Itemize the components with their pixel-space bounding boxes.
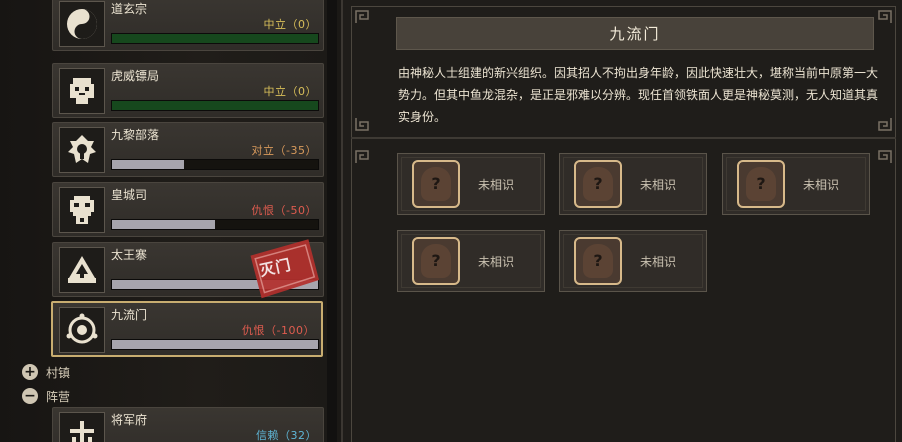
member-label: 未相识	[803, 178, 840, 192]
category-label: 村镇	[46, 365, 71, 380]
tiger-emblem-icon	[59, 68, 105, 114]
reputation-bar-fill	[112, 220, 215, 229]
faction-status: 对立（-35）	[251, 144, 317, 157]
faction-item-daoxuanzong[interactable]: 道玄宗 中立（0）	[52, 0, 324, 51]
reputation-bar	[111, 159, 319, 170]
general-emblem-icon	[59, 412, 105, 442]
faction-detail-panel: 九流门 由神秘人士组建的新兴组织。因其招人不拘出身年龄，因此快速壮大，堪称当前中…	[341, 0, 902, 442]
unknown-member-card[interactable]: ? 未相识	[397, 153, 545, 215]
faction-item-jiuliumen[interactable]: 九流门 仇恨（-100）	[51, 301, 323, 357]
member-label: 未相识	[640, 255, 677, 269]
faction-item-taiwangzhai[interactable]: 太王寨	[52, 242, 324, 297]
unknown-member-card[interactable]: ? 未相识	[722, 153, 870, 215]
unknown-portrait-icon: ?	[574, 237, 622, 285]
reputation-bar	[111, 100, 319, 111]
faction-item-huangchengsi[interactable]: 皇城司 仇恨（-50）	[52, 182, 324, 237]
category-label: 阵营	[46, 389, 71, 404]
reputation-bar	[111, 33, 319, 44]
faction-name: 九流门	[111, 308, 148, 322]
faction-name: 虎威镖局	[111, 69, 160, 83]
faction-name: 九黎部落	[111, 128, 160, 142]
faction-item-jiangjunfu[interactable]: 将军府 信赖（32）	[52, 407, 324, 442]
reputation-bar-fill	[112, 101, 318, 110]
collapse-icon[interactable]: −	[22, 388, 38, 404]
mountain-fort-emblem-icon	[59, 247, 105, 293]
corner-ornament-icon	[355, 118, 369, 131]
expand-icon[interactable]: +	[22, 364, 38, 380]
unknown-member-card[interactable]: ? 未相识	[559, 230, 707, 292]
reputation-bar-fill	[112, 280, 318, 289]
reputation-bar	[111, 279, 319, 290]
nine-streams-emblem-icon	[59, 307, 105, 353]
corner-ornament-icon	[878, 10, 892, 23]
unknown-portrait-icon: ?	[412, 237, 460, 285]
unknown-portrait-icon: ?	[412, 160, 460, 208]
faction-item-huweibiaoju[interactable]: 虎威镖局 中立（0）	[52, 63, 324, 118]
faction-list-panel: 道玄宗 中立（0） 虎威镖局 中立（0） 九黎部落 对立（-35） 皇城司 仇恨…	[0, 0, 337, 442]
faction-status: 中立（0）	[263, 18, 317, 31]
faction-status: 仇恨（-50）	[251, 204, 317, 217]
tribe-emblem-icon	[59, 127, 105, 173]
imperial-emblem-icon	[59, 187, 105, 233]
corner-ornament-icon	[878, 150, 892, 163]
list-scroll-divider	[327, 0, 337, 442]
faction-status: 仇恨（-100）	[242, 324, 315, 337]
section-divider	[351, 137, 896, 139]
member-label: 未相识	[478, 255, 515, 269]
corner-ornament-icon	[878, 118, 892, 131]
reputation-bar-fill	[112, 340, 318, 349]
member-label: 未相识	[640, 178, 677, 192]
corner-ornament-icon	[355, 150, 369, 163]
reputation-bar-fill	[112, 34, 318, 43]
category-villages[interactable]: + 村镇	[22, 362, 70, 382]
unknown-portrait-icon: ?	[574, 160, 622, 208]
unknown-portrait-icon: ?	[737, 160, 785, 208]
faction-description: 由神秘人士组建的新兴组织。因其招人不拘出身年龄，因此快速壮大，堪称当前中原第一大…	[398, 66, 879, 124]
faction-name: 太王寨	[111, 248, 148, 262]
faction-item-jiulibuluo[interactable]: 九黎部落 对立（-35）	[52, 122, 324, 177]
reputation-bar-fill	[112, 160, 185, 169]
faction-name: 将军府	[111, 413, 148, 427]
faction-status: 中立（0）	[263, 85, 317, 98]
corner-ornament-icon	[355, 10, 369, 23]
faction-title: 九流门	[396, 17, 874, 50]
reputation-bar	[111, 219, 319, 230]
unknown-member-card[interactable]: ? 未相识	[397, 230, 545, 292]
faction-name: 道玄宗	[111, 2, 148, 16]
unknown-member-card[interactable]: ? 未相识	[559, 153, 707, 215]
reputation-bar	[111, 339, 319, 350]
faction-name: 皇城司	[111, 188, 148, 202]
dao-yin-yang-emblem-icon	[59, 1, 105, 47]
member-label: 未相识	[478, 178, 515, 192]
faction-status: 信赖（32）	[256, 429, 317, 442]
category-camps[interactable]: − 阵营	[22, 386, 70, 406]
